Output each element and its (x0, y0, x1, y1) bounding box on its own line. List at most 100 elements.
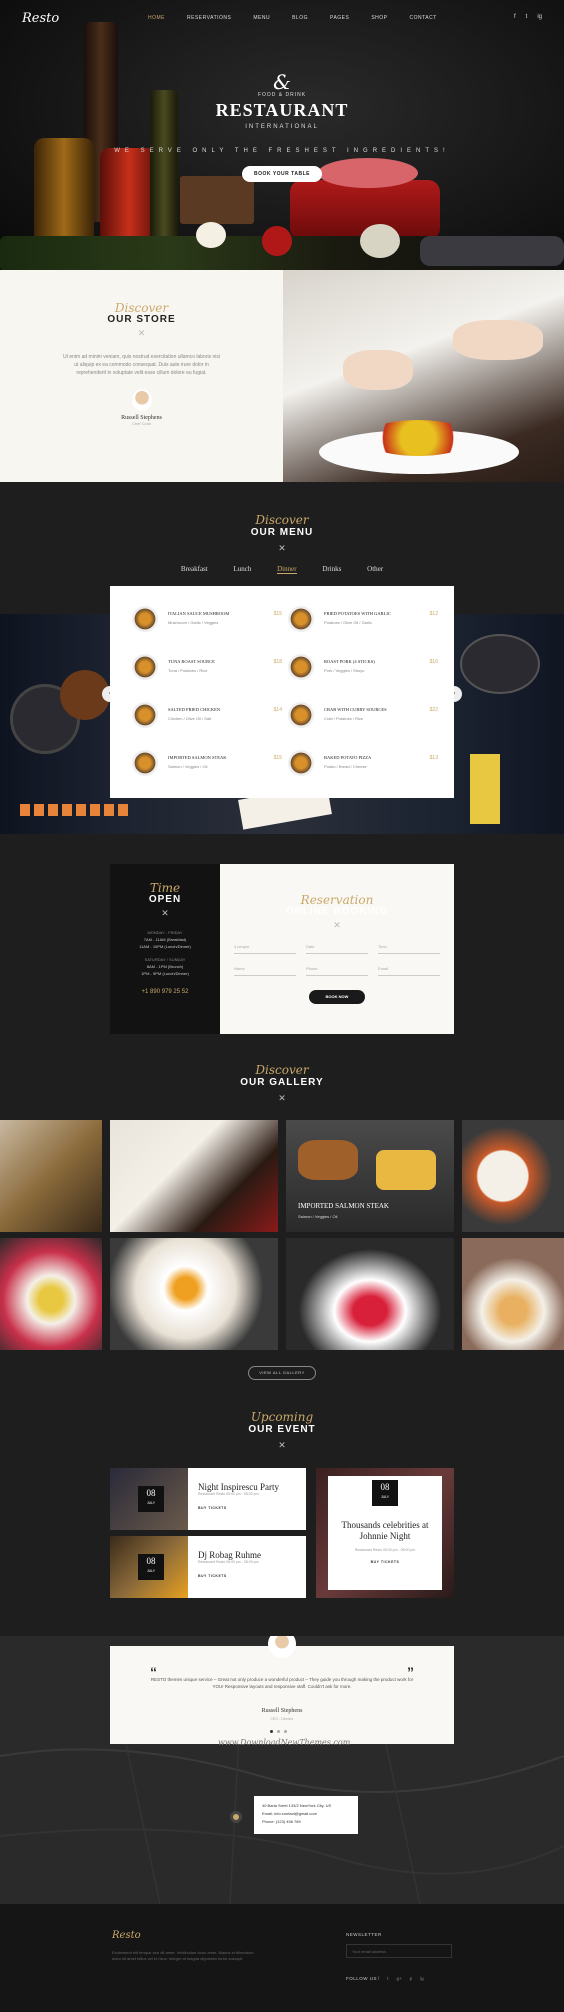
nav-item-menu[interactable]: MENU (253, 15, 270, 21)
hero-title: RESTAURANT (215, 100, 349, 120)
phone-number[interactable]: +1 890 979 25 52 (110, 989, 220, 995)
cutlery-icon: ✕ (278, 543, 286, 553)
event-featured-panel: 08 JULY Thousands celebrities at Johnnie … (328, 1476, 442, 1590)
tab-breakfast[interactable]: Breakfast (181, 565, 208, 573)
nav-item-pages[interactable]: PAGES (330, 15, 349, 21)
footer-social: f t g+ p ig (378, 1976, 424, 1981)
event-card-featured[interactable]: 08 JULY Thousands celebrities at Johnnie … (316, 1468, 454, 1598)
testimonial-name: Russell Stephens (261, 1708, 303, 1714)
nav-item-reservations[interactable]: RESERVATIONS (187, 15, 231, 21)
event-card[interactable]: 08 JULY Night Inspirescu Party Restaurant… (110, 1468, 306, 1530)
slider-dot[interactable] (284, 1730, 287, 1733)
hero-tagline: WE SERVE ONLY THE FRESHEST INGREDIENTS! (114, 148, 450, 154)
event-card[interactable]: 08 JULY Dj Robag Ruhme Restaurant Resto 0… (110, 1536, 306, 1598)
gallery-image[interactable] (110, 1238, 278, 1350)
email-field[interactable]: Email (378, 962, 440, 976)
pinterest-icon[interactable]: p (410, 1976, 413, 1981)
site-logo[interactable]: Resto (22, 11, 59, 26)
tab-lunch[interactable]: Lunch (233, 565, 251, 573)
events-section: Upcoming OUR EVENT ✕ 08 JULY Night Inspir… (0, 1406, 564, 1636)
hero-heading: & FOOD & DRINK RESTAURANT INTERNATIONAL … (0, 72, 564, 182)
instagram-icon[interactable]: ig (420, 1976, 424, 1981)
menu-section: Discover OUR MENU ✕ Breakfast Lunch Dinn… (0, 482, 564, 834)
date-field[interactable]: Date (306, 940, 368, 954)
nav-item-home[interactable]: HOME (148, 15, 165, 21)
menu-item[interactable]: BAKED POTATO PIZZA Potato / Bread / Chees… (288, 748, 438, 782)
nav-item-shop[interactable]: SHOP (371, 15, 387, 21)
phone[interactable]: Phone: (123) 456 789 (262, 1818, 350, 1826)
dish-image (288, 606, 314, 632)
instagram-icon[interactable]: ig (537, 14, 542, 20)
google-plus-icon[interactable]: g+ (397, 1976, 402, 1981)
footer-logo[interactable]: Resto (112, 1930, 141, 1941)
event-meta: Restaurant Resto 05:00 pm - 08:00 pm (198, 1492, 259, 1496)
buy-tickets-button[interactable]: BUY TICKETS (334, 1560, 436, 1564)
menu-item[interactable]: SALTED FRIED CHICKEN Chicken / Olive Oil … (132, 700, 282, 734)
event-meta: Restaurant Resto 05:00 pm - 08:00 pm (354, 1548, 416, 1552)
gallery-image[interactable] (0, 1238, 102, 1350)
nav-item-blog[interactable]: BLOG (292, 15, 308, 21)
gallery-image[interactable] (0, 1120, 102, 1232)
header-social: f t ig (514, 14, 542, 20)
tab-other[interactable]: Other (367, 565, 383, 573)
time-title: OPEN (148, 894, 182, 905)
event-date: 08 JULY (138, 1486, 164, 1512)
tab-dinner[interactable]: Dinner (277, 565, 297, 574)
email[interactable]: Email: info.contact@gmail.com (262, 1810, 350, 1818)
gallery-image[interactable] (462, 1120, 564, 1232)
book-table-button[interactable]: BOOK YOUR TABLE (242, 166, 322, 182)
booking-section: Time OPEN ✕ MONDAY - FRIDAY 7AM - 11AM (… (0, 834, 564, 1046)
watermark: www.DownloadNewThemes.com (218, 1738, 351, 1747)
cutlery-icon: ✕ (137, 328, 146, 338)
buy-tickets-button[interactable]: BUY TICKETS (198, 1506, 279, 1510)
phone-field[interactable]: Phone (306, 962, 368, 976)
testimonial-card: “ ” RESTO themes unique service – Great … (110, 1646, 454, 1744)
gallery-image[interactable] (462, 1238, 564, 1350)
booking-title: ONLINE BOOKING (285, 906, 389, 917)
time-field[interactable]: Time (378, 940, 440, 954)
booking-script: Reservation (300, 893, 374, 907)
facebook-icon[interactable]: f (514, 14, 516, 20)
nav-item-contact[interactable]: CONTACT (410, 15, 437, 21)
facebook-icon[interactable]: f (378, 1976, 379, 1981)
newsletter-label: NEWSLETTER (346, 1932, 382, 1937)
store-info: Discover OUR STORE ✕ Ut enim ad minim ve… (0, 270, 283, 482)
view-all-gallery-button[interactable]: VIEW ALL GALLERY (248, 1366, 316, 1380)
hero-section: Resto HOME RESERVATIONS MENU BLOG PAGES … (0, 0, 564, 270)
weekday-hours-2: 11AM - 10PM (Lunch/Dinner) (139, 944, 191, 949)
gallery-image[interactable] (110, 1120, 278, 1232)
gallery-image[interactable] (286, 1238, 454, 1350)
gallery-script: Discover (255, 1063, 309, 1077)
menu-item[interactable]: ROAST PORK (4 STICKS) Pork / Veggies / Sh… (288, 652, 438, 686)
menu-item[interactable]: CRAB WITH CURRY SOURCES Crab / Potatoes /… (288, 700, 438, 734)
events-script: Upcoming (250, 1410, 314, 1424)
gallery-section: Discover OUR GALLERY ✕ IMPORTED SALMON S… (0, 1046, 564, 1406)
map-pin-icon[interactable] (230, 1811, 242, 1823)
dish-image (288, 750, 314, 776)
menu-item[interactable]: FRIED POTATOES WITH GARLIC Potatoes / Oli… (288, 604, 438, 638)
event-meta: Restaurant Resto 05:00 pm - 08:00 pm (198, 1560, 259, 1564)
dish-image (132, 654, 158, 680)
name-field[interactable]: Name (234, 962, 296, 976)
address: 40 Baria Sreet 133/2 NewYork City, US (262, 1803, 332, 1808)
menu-item[interactable]: TUNA ROAST SOURCE Tuna / Potatoes / Rice $… (132, 652, 282, 686)
people-select[interactable]: 4 people (234, 940, 296, 954)
buy-tickets-button[interactable]: BUY TICKETS (198, 1574, 261, 1578)
cutlery-icon: ✕ (161, 908, 169, 918)
weekday-label: MONDAY - FRIDAY (147, 930, 183, 935)
slider-dot[interactable] (270, 1730, 273, 1733)
menu-tabs: Breakfast Lunch Dinner Drinks Other (0, 565, 564, 574)
weekend-hours-1: 8AM - 1PM (Brunch) (146, 964, 184, 969)
twitter-icon[interactable]: t (387, 1976, 388, 1981)
newsletter-email-input[interactable]: Your email address (346, 1944, 452, 1958)
store-chef-role: Chef Cook (132, 421, 151, 426)
gallery-image-featured[interactable]: IMPORTED SALMON STEAK Salmon / Veggies /… (286, 1120, 454, 1232)
menu-item[interactable]: IMPORTED SALMON STEAK Salmon / Veggies / … (132, 748, 282, 782)
tab-drinks[interactable]: Drinks (322, 565, 341, 573)
book-now-button[interactable]: BOOK NOW (309, 990, 365, 1004)
twitter-icon[interactable]: t (526, 14, 528, 20)
slider-dot[interactable] (277, 1730, 280, 1733)
event-date: 08 JULY (138, 1554, 164, 1580)
event-date: 08 JULY (372, 1480, 398, 1506)
menu-item[interactable]: ITALIAN SAUCE MUSHROOM Mushroom / Garlic … (132, 604, 282, 638)
